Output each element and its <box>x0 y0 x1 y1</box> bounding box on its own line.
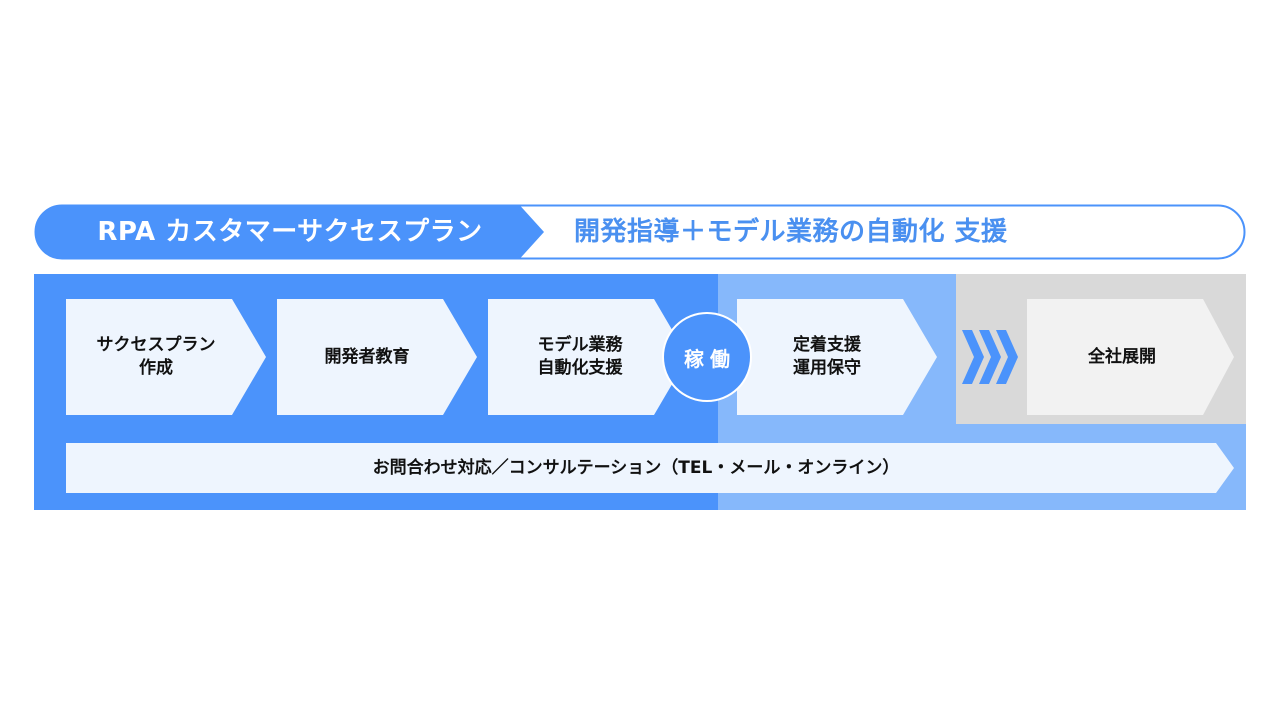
header-banner: RPA カスタマーサクセスプラン 開発指導＋モデル業務の自動化 支援 <box>34 204 1246 260</box>
diagram-page: RPA カスタマーサクセスプラン 開発指導＋モデル業務の自動化 支援 サクセスプ… <box>0 0 1280 720</box>
step-label: 全社展開 <box>1088 346 1156 367</box>
triple-chevron-right-icon <box>962 330 1018 384</box>
step-success-plan: サクセスプラン 作成 <box>66 299 266 415</box>
milestone-circle: 稼働 <box>662 312 752 402</box>
step-label: サクセスプラン 作成 <box>96 335 216 378</box>
bottom-support-bar: お問合わせ対応／コンサルテーション（TEL・メール・オンライン） <box>66 443 1234 493</box>
step-label: 開発者教育 <box>324 346 410 367</box>
header-subtitle: 開発指導＋モデル業務の自動化 支援 <box>574 217 1008 247</box>
step-model-automation: モデル業務 自動化支援 <box>488 299 688 415</box>
header-title: RPA カスタマーサクセスプラン <box>97 217 483 247</box>
step-label: 定着支援 運用保守 <box>793 335 861 378</box>
bottom-label: お問合わせ対応／コンサルテーション（TEL・メール・オンライン） <box>372 458 900 478</box>
step-company-rollout: 全社展開 <box>1027 299 1234 415</box>
step-support-maintenance: 定着支援 運用保守 <box>737 299 937 415</box>
step-developer-education: 開発者教育 <box>277 299 477 415</box>
step-label: モデル業務 自動化支援 <box>537 335 623 378</box>
